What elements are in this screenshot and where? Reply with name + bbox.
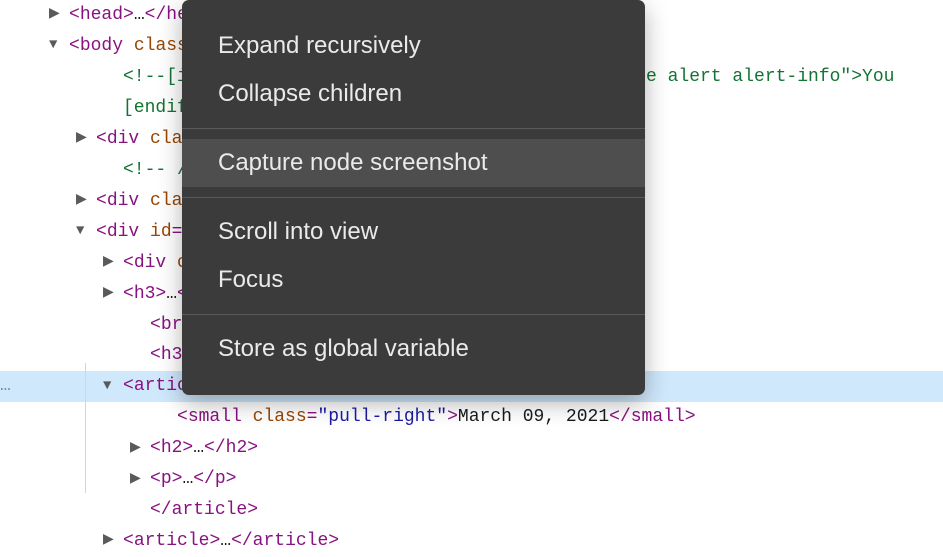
token-punct: > <box>247 438 258 458</box>
token-punct: > <box>123 5 134 25</box>
token-tag: div <box>107 129 139 149</box>
indent-guide <box>85 363 86 493</box>
token-plain <box>123 36 134 56</box>
token-punct: > <box>685 407 696 427</box>
token-punct: < <box>123 253 134 273</box>
token-plain <box>139 222 150 242</box>
menu-item[interactable]: Focus <box>182 256 645 304</box>
token-punct: </ <box>609 407 631 427</box>
token-punct: < <box>123 531 134 551</box>
token-tag: small <box>188 407 242 427</box>
token-attr-name: class <box>253 407 307 427</box>
token-plain <box>139 129 150 149</box>
tree-line[interactable]: ▶<p>…</p> <box>0 464 943 495</box>
token-punct: > <box>155 284 166 304</box>
token-plain <box>139 191 150 211</box>
token-punct: </ <box>204 438 226 458</box>
token-tag: h2 <box>161 438 183 458</box>
tree-line[interactable]: ▶<small class="pull-right">March 09, 202… <box>0 402 943 433</box>
token-tag: div <box>107 191 139 211</box>
token-punct: </ <box>150 500 172 520</box>
menu-item[interactable]: Scroll into view <box>182 208 645 256</box>
token-tag: p <box>215 469 226 489</box>
tree-line[interactable]: ▶<h2>…</h2> <box>0 433 943 464</box>
token-punct: < <box>96 191 107 211</box>
token-punct: < <box>150 438 161 458</box>
token-tag: br <box>161 315 183 335</box>
token-punct: < <box>123 376 134 396</box>
expand-toggle-icon[interactable]: ▶ <box>130 436 150 460</box>
token-punct: > <box>172 469 183 489</box>
expand-toggle-icon[interactable]: ▶ <box>76 126 96 150</box>
menu-item[interactable]: Store as global variable <box>182 325 645 373</box>
token-attr-value: "pull-right" <box>317 407 447 427</box>
token-punct: < <box>150 345 161 365</box>
token-tag: article <box>253 531 329 551</box>
token-ellipsis: … <box>134 5 145 25</box>
token-punct: < <box>150 469 161 489</box>
tree-line[interactable]: ▶<article>…</article> <box>0 526 943 557</box>
token-tag: p <box>161 469 172 489</box>
expand-toggle-icon[interactable]: ▶ <box>130 467 150 491</box>
token-tag: div <box>107 222 139 242</box>
expand-toggle-icon[interactable]: ▶ <box>103 281 123 305</box>
token-attr-name: class <box>134 36 188 56</box>
token-comment: e alert alert-info">You <box>646 67 894 87</box>
menu-separator <box>182 314 645 315</box>
token-ellipsis: … <box>193 438 204 458</box>
token-punct: > <box>447 407 458 427</box>
expand-toggle-icon[interactable]: ▼ <box>103 374 123 398</box>
token-punct: = <box>172 222 183 242</box>
expand-toggle-icon[interactable]: ▼ <box>76 219 96 243</box>
menu-item[interactable]: Collapse children <box>182 70 645 118</box>
context-menu: Expand recursivelyCollapse children Captu… <box>182 0 645 395</box>
token-tag: article <box>172 500 248 520</box>
token-tag: small <box>631 407 685 427</box>
token-punct: > <box>328 531 339 551</box>
menu-item[interactable]: Capture node screenshot <box>182 139 645 187</box>
token-tag: body <box>80 36 123 56</box>
token-punct: < <box>96 129 107 149</box>
menu-separator <box>182 128 645 129</box>
token-punct: = <box>307 407 318 427</box>
expand-toggle-icon[interactable]: ▶ <box>49 2 69 26</box>
token-punct: > <box>226 469 237 489</box>
token-plain <box>242 407 253 427</box>
token-punct: > <box>247 500 258 520</box>
token-ellipsis: … <box>182 469 193 489</box>
token-tag: h3 <box>134 284 156 304</box>
token-tag: div <box>134 253 166 273</box>
token-punct: > <box>182 438 193 458</box>
token-punct: < <box>123 284 134 304</box>
token-punct: < <box>69 36 80 56</box>
token-ellipsis: … <box>166 284 177 304</box>
token-tag: h3 <box>161 345 183 365</box>
token-punct: </ <box>231 531 253 551</box>
menu-item[interactable]: Expand recursively <box>182 22 645 70</box>
token-attr-name: id <box>150 222 172 242</box>
token-punct: > <box>209 531 220 551</box>
token-punct: < <box>96 222 107 242</box>
token-punct: </ <box>145 5 167 25</box>
token-plain <box>166 253 177 273</box>
tree-line[interactable]: ▶</article> <box>0 495 943 526</box>
token-plain: March 09, 2021 <box>458 407 609 427</box>
gutter: … <box>0 371 22 402</box>
token-punct: </ <box>193 469 215 489</box>
expand-toggle-icon[interactable]: ▶ <box>76 188 96 212</box>
expand-toggle-icon[interactable]: ▶ <box>103 250 123 274</box>
token-punct: < <box>150 315 161 335</box>
menu-separator <box>182 197 645 198</box>
expand-toggle-icon[interactable]: ▶ <box>103 528 123 552</box>
token-tag: h2 <box>226 438 248 458</box>
token-punct: < <box>177 407 188 427</box>
token-tag: article <box>134 531 210 551</box>
token-tag: head <box>80 5 123 25</box>
token-ellipsis: … <box>220 531 231 551</box>
expand-toggle-icon[interactable]: ▼ <box>49 33 69 57</box>
token-punct: < <box>69 5 80 25</box>
